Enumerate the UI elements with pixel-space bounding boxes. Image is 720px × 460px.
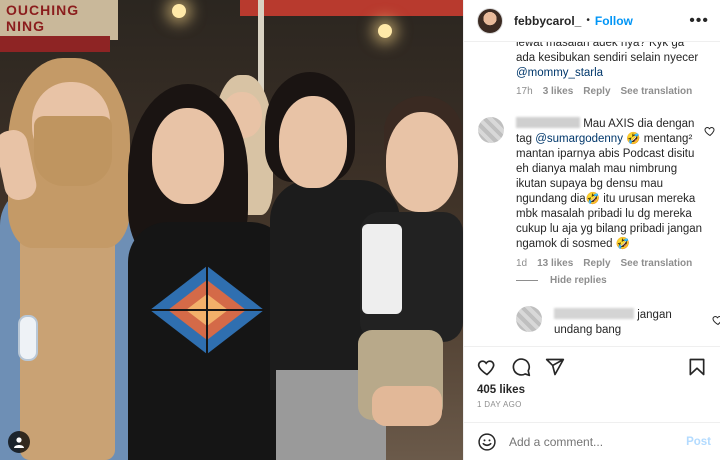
lamp: [378, 24, 392, 38]
emoji-smiley-icon[interactable]: [477, 432, 497, 452]
post-comment-button[interactable]: Post: [686, 436, 711, 448]
share-paper-plane-icon[interactable]: [545, 357, 565, 377]
post-sidebar: febbycarol_ • Follow ••• lewat masalah a…: [463, 0, 720, 460]
avatar[interactable]: [477, 7, 503, 34]
shop-sign-text: OUCHING NING: [6, 2, 80, 34]
user-icon: [14, 437, 24, 448]
reply-button[interactable]: Reply: [583, 86, 610, 97]
separator-dot: •: [586, 15, 590, 26]
divider-line: [516, 280, 538, 281]
comment-text: jangan undang bang: [554, 308, 702, 338]
comment-meta: 1d 13 likes Reply See translation: [516, 258, 704, 269]
background-awning: [240, 0, 463, 16]
comments-list[interactable]: lewat masalah adek nya? Kyk ga ada kesib…: [464, 42, 720, 346]
emoji: 🤣: [615, 238, 631, 250]
more-icon[interactable]: •••: [689, 12, 709, 30]
add-comment-bar: Post: [464, 422, 720, 460]
like-heart-icon[interactable]: [477, 357, 497, 377]
comment-input[interactable]: [509, 434, 679, 449]
hide-replies-label: Hide replies: [550, 275, 607, 286]
mention-link[interactable]: @mommy_starla: [516, 67, 603, 79]
like-comment-heart-icon[interactable]: [712, 314, 720, 326]
shirt-print: [150, 266, 264, 354]
bookmark-icon[interactable]: [687, 357, 707, 377]
tagged-users-button[interactable]: [8, 431, 30, 453]
comment-item: lewat masalah adek nya? Kyk ga ada kesib…: [516, 42, 706, 97]
blurred-username: [516, 117, 580, 128]
like-comment-heart-icon[interactable]: [704, 125, 716, 137]
post-photo[interactable]: OUCHING NING: [0, 0, 463, 460]
comment-text: Mau AXIS dia dengan tag @sumargodenny 🤣 …: [516, 117, 704, 252]
follow-button[interactable]: Follow: [595, 14, 633, 28]
emoji: 🤣: [585, 193, 601, 205]
comment-bubble-icon[interactable]: [511, 357, 531, 377]
likes-count[interactable]: 405 likes: [477, 384, 525, 396]
lamp: [172, 4, 186, 18]
emoji: 🤣: [626, 133, 641, 145]
reply-button[interactable]: Reply: [583, 258, 610, 269]
commenter-avatar[interactable]: [478, 117, 504, 143]
post-header: febbycarol_ • Follow •••: [464, 0, 720, 42]
commenter-avatar[interactable]: [516, 306, 542, 332]
see-translation-button[interactable]: See translation: [621, 258, 693, 269]
comment-body: lewat masalah adek nya? Kyk ga ada kesib…: [516, 42, 699, 64]
comment-likes[interactable]: 3 likes: [543, 86, 574, 97]
post-actions: 405 likes 1 DAY AGO: [464, 346, 720, 416]
post-timestamp[interactable]: 1 DAY AGO: [477, 400, 522, 409]
comment-time[interactable]: 17h: [516, 86, 533, 97]
see-translation-button[interactable]: See translation: [621, 86, 693, 97]
hide-replies-button[interactable]: Hide replies: [516, 275, 607, 286]
shop-sign: OUCHING NING: [0, 0, 118, 40]
background-shelf: [0, 36, 110, 52]
comment-meta: 17h 3 likes Reply See translation: [516, 86, 706, 97]
comment-text: lewat masalah adek nya? Kyk ga ada kesib…: [516, 42, 706, 81]
blurred-username: [554, 308, 634, 319]
mention-link[interactable]: @sumargodenny: [535, 133, 623, 145]
comment-time[interactable]: 1d: [516, 258, 527, 269]
comment-likes[interactable]: 13 likes: [537, 258, 573, 269]
username-link[interactable]: febbycarol_: [514, 14, 581, 28]
